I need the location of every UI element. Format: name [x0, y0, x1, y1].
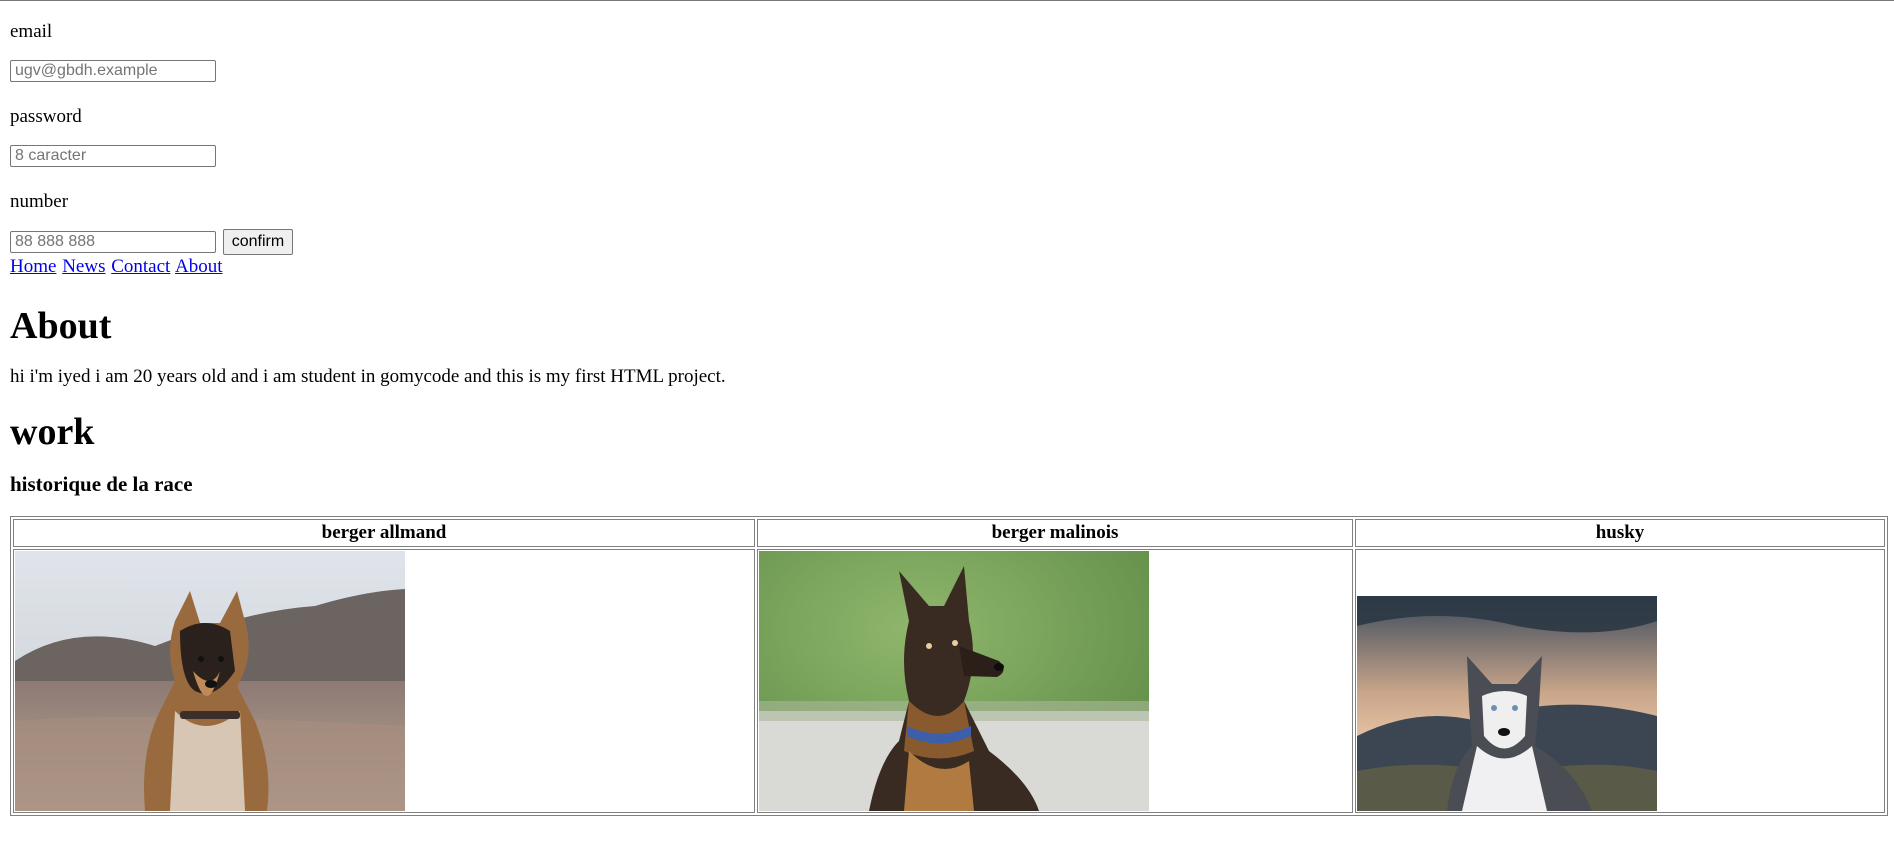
table-header-row: berger allmand berger malinois husky	[13, 519, 1885, 547]
table-header-german-shepherd: berger allmand	[13, 519, 755, 547]
password-input[interactable]	[10, 144, 216, 167]
nav-link-about[interactable]: About	[175, 256, 223, 277]
table-row	[13, 549, 1885, 813]
nav-link-contact[interactable]: Contact	[111, 256, 170, 277]
work-heading: work	[10, 411, 95, 453]
german-shepherd-photo	[15, 551, 405, 811]
table-cell-malinois	[757, 549, 1353, 813]
table-cell-husky	[1355, 549, 1885, 813]
page: email password number confirm Home News …	[0, 21, 1894, 816]
table-header-malinois: berger malinois	[757, 519, 1353, 547]
password-label: password	[10, 106, 82, 127]
about-heading: About	[10, 305, 112, 347]
table-cell-german-shepherd	[13, 549, 755, 813]
husky-photo	[1357, 595, 1657, 811]
nav-link-news[interactable]: News	[62, 256, 105, 277]
nav-link-home[interactable]: Home	[10, 256, 56, 277]
number-input[interactable]	[10, 231, 216, 253]
dog-table: berger allmand berger malinois husky	[10, 516, 1888, 816]
about-text: hi i'm iyed i am 20 years old and i am s…	[10, 366, 726, 387]
number-label: number	[10, 191, 69, 212]
email-input[interactable]	[10, 59, 216, 82]
number-row: confirm	[10, 229, 1884, 256]
nav-bar: Home News Contact About	[10, 256, 1884, 282]
work-subheading: historique de la race	[10, 472, 193, 496]
email-label: email	[10, 21, 53, 42]
table-header-husky: husky	[1355, 519, 1885, 547]
confirm-button[interactable]: confirm	[222, 229, 294, 255]
belgian-malinois-photo	[759, 551, 1149, 811]
